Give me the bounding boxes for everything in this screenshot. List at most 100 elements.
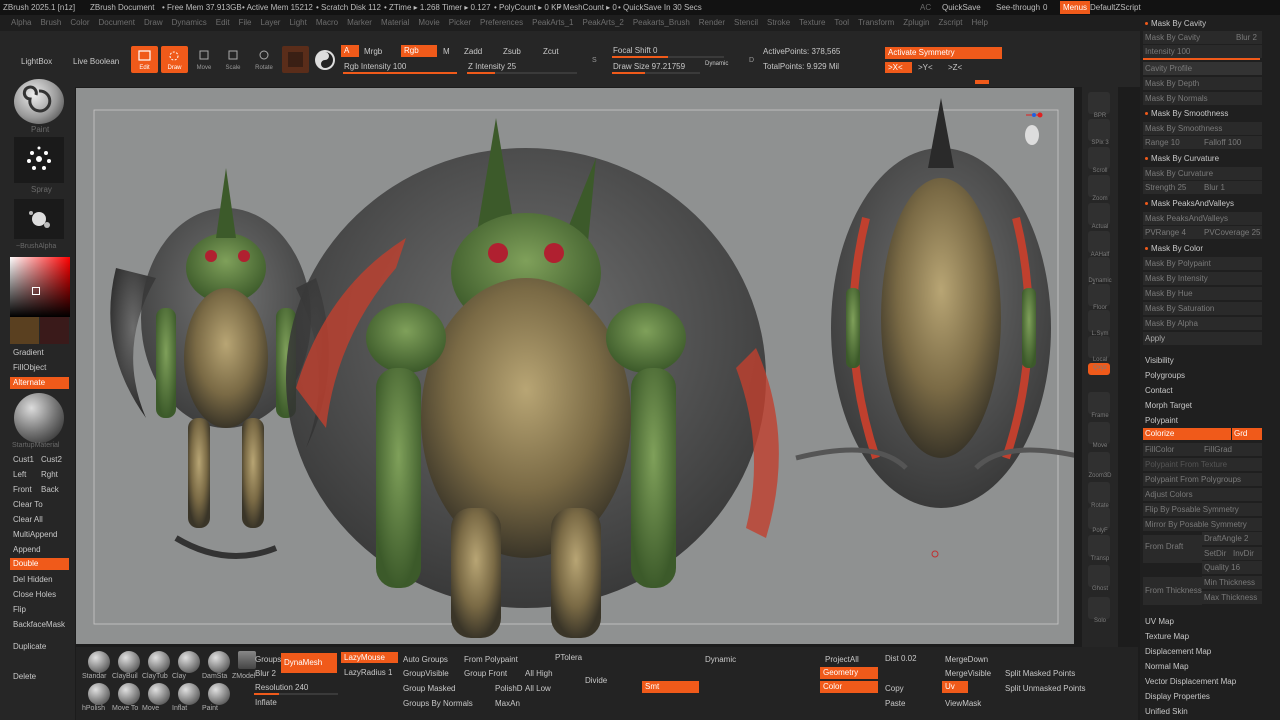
menu-item-tool[interactable]: Tool <box>834 15 849 31</box>
clear-to-button[interactable]: Clear To <box>10 498 46 511</box>
menu-item-dynamics[interactable]: Dynamics <box>172 15 207 31</box>
scroll-icon[interactable] <box>1088 147 1110 169</box>
zoom3d-icon[interactable] <box>1088 452 1110 474</box>
mask-by-depth-button[interactable]: Mask By Depth <box>1143 77 1262 90</box>
alternate-toggle[interactable]: Alternate <box>10 377 69 389</box>
mask-by-intensity-button[interactable]: Mask By Intensity <box>1143 272 1262 285</box>
cavity-intensity-slider[interactable]: Intensity 100 <box>1143 45 1262 58</box>
p-tolerance-slider[interactable]: PTolera <box>552 651 585 664</box>
mask-peaks-button[interactable]: Mask PeaksAndValleys <box>1143 212 1262 225</box>
divide-button[interactable]: Divide <box>582 674 610 687</box>
rotate-icon[interactable] <box>1088 482 1110 504</box>
menu-item-color[interactable]: Color <box>70 15 89 31</box>
inflate-slider[interactable]: Inflate <box>252 696 280 709</box>
gradient-toggle[interactable]: Gradient <box>10 346 47 359</box>
brush-standar-icon[interactable] <box>88 651 110 673</box>
menu-item-peakarts-2[interactable]: PeakArts_2 <box>582 15 623 31</box>
menu-item-macro[interactable]: Macro <box>316 15 338 31</box>
backface-mask-toggle[interactable]: BackfaceMask <box>10 618 68 631</box>
unified-skin-subpalette[interactable]: Unified Skin <box>1144 705 1261 718</box>
curvature-blur-slider[interactable]: Blur 1 <box>1202 181 1262 194</box>
texture-map-subpalette[interactable]: Texture Map <box>1144 630 1261 643</box>
merge-visible-button[interactable]: MergeVisible <box>942 667 994 680</box>
set-dir-button[interactable]: SetDir <box>1202 547 1231 560</box>
dist-slider[interactable]: Dist 0.02 <box>882 652 920 665</box>
dynamesh-blur-slider[interactable]: Blur 2 <box>252 667 279 680</box>
mask-peaks-header[interactable]: Mask PeaksAndValleys <box>1144 197 1261 210</box>
menu-item-render[interactable]: Render <box>699 15 725 31</box>
frame-icon[interactable] <box>1088 392 1110 414</box>
paint-brush-button[interactable] <box>14 79 64 124</box>
menu-item-stencil[interactable]: Stencil <box>734 15 758 31</box>
colorize-toggle[interactable]: Colorize <box>1143 428 1231 440</box>
smoothness-range-slider[interactable]: Range 10 <box>1143 136 1202 149</box>
orientation-gizmo[interactable] <box>1022 110 1044 152</box>
fillobject-button[interactable]: FillObject <box>10 361 49 374</box>
brush-paint-icon[interactable] <box>208 683 230 705</box>
append-button[interactable]: Append <box>10 543 44 556</box>
double-toggle[interactable]: Double <box>10 558 69 570</box>
dynamic-subdiv-toggle[interactable]: Dynamic <box>702 653 739 666</box>
apply-button[interactable]: Apply <box>1143 332 1262 345</box>
view-mask-toggle[interactable]: ViewMask <box>942 697 984 710</box>
all-low-button[interactable]: All Low <box>522 682 554 695</box>
rotate-button[interactable]: Rotate <box>251 46 277 73</box>
sym-y-toggle[interactable]: >Y< <box>915 61 936 74</box>
smt-toggle[interactable]: Smt <box>642 681 699 693</box>
max-angle-slider[interactable]: MaxAn <box>492 697 523 710</box>
a-toggle[interactable]: A <box>341 45 359 57</box>
min-thickness-slider[interactable]: Min Thickness <box>1202 576 1262 589</box>
paste-button[interactable]: Paste <box>882 697 908 710</box>
menu-item-marker[interactable]: Marker <box>347 15 372 31</box>
split-unmasked-points-button[interactable]: Split Unmasked Points <box>1002 682 1088 695</box>
menu-item-preferences[interactable]: Preferences <box>480 15 523 31</box>
polish-d-slider[interactable]: PolishD <box>492 682 526 695</box>
inv-dir-button[interactable]: InvDir <box>1231 547 1262 560</box>
brush-alpha-button[interactable] <box>14 199 64 239</box>
focal-shift-track[interactable] <box>612 56 724 58</box>
z-intensity-track[interactable] <box>467 72 577 74</box>
quicksave-button[interactable]: QuickSave <box>942 3 981 12</box>
contact-subpalette[interactable]: Contact <box>1144 384 1261 397</box>
menu-item-transform[interactable]: Transform <box>858 15 894 31</box>
groups-toggle[interactable]: Groups <box>252 653 284 666</box>
uv-toggle[interactable]: Uv <box>942 681 968 693</box>
cavity-blur-slider[interactable]: Blur 2 <box>1234 31 1262 44</box>
menu-item-document[interactable]: Document <box>99 15 135 31</box>
menu-item-help[interactable]: Help <box>971 15 987 31</box>
fill-color-button[interactable]: FillColor <box>1143 443 1202 456</box>
smoothness-falloff-slider[interactable]: Falloff 100 <box>1202 136 1262 149</box>
brush-hpolish-icon[interactable] <box>88 683 110 705</box>
group-visible-button[interactable]: GroupVisible <box>400 667 452 680</box>
scale-button[interactable]: Scale <box>221 46 245 73</box>
menu-item-zscript[interactable]: Zscript <box>938 15 962 31</box>
transp-icon[interactable] <box>1088 535 1110 557</box>
menu-item-movie[interactable]: Movie <box>418 15 439 31</box>
right-view-button[interactable]: Rght <box>38 468 61 481</box>
draw-size-track[interactable] <box>612 72 700 74</box>
m-toggle[interactable]: M <box>440 45 453 58</box>
mask-by-smoothness-button[interactable]: Mask By Smoothness <box>1143 122 1262 135</box>
mask-by-polypaint-button[interactable]: Mask By Polypaint <box>1143 257 1262 270</box>
mask-by-smoothness-header[interactable]: Mask By Smoothness <box>1144 107 1261 120</box>
split-masked-points-button[interactable]: Split Masked Points <box>1002 667 1078 680</box>
draw-button[interactable]: Draw <box>161 46 188 73</box>
zadd-toggle[interactable]: Zadd <box>461 45 485 58</box>
dynamic-toggle[interactable]: Dynamic <box>702 59 731 69</box>
mask-by-normals-button[interactable]: Mask By Normals <box>1143 92 1262 105</box>
default-zscript-button[interactable]: DefaultZScript <box>1090 3 1141 12</box>
local-icon[interactable] <box>1088 336 1110 358</box>
mask-by-cavity-button[interactable]: Mask By Cavity <box>1143 31 1235 44</box>
mask-by-alpha-button[interactable]: Mask By Alpha <box>1143 317 1262 330</box>
move-icon[interactable] <box>1088 422 1110 444</box>
menu-item-draw[interactable]: Draw <box>144 15 163 31</box>
visibility-subpalette[interactable]: Visibility <box>1144 354 1261 367</box>
menu-item-picker[interactable]: Picker <box>449 15 471 31</box>
group-front-button[interactable]: Group Front <box>461 667 510 680</box>
menu-item-brush[interactable]: Brush <box>40 15 61 31</box>
lazy-radius-slider[interactable]: LazyRadius 1 <box>341 666 395 679</box>
brush-clay-icon[interactable] <box>178 651 200 673</box>
max-thickness-slider[interactable]: Max Thickness <box>1202 591 1262 604</box>
morph-target-subpalette[interactable]: Morph Target <box>1144 399 1261 412</box>
cust2-button[interactable]: Cust2 <box>38 453 65 466</box>
